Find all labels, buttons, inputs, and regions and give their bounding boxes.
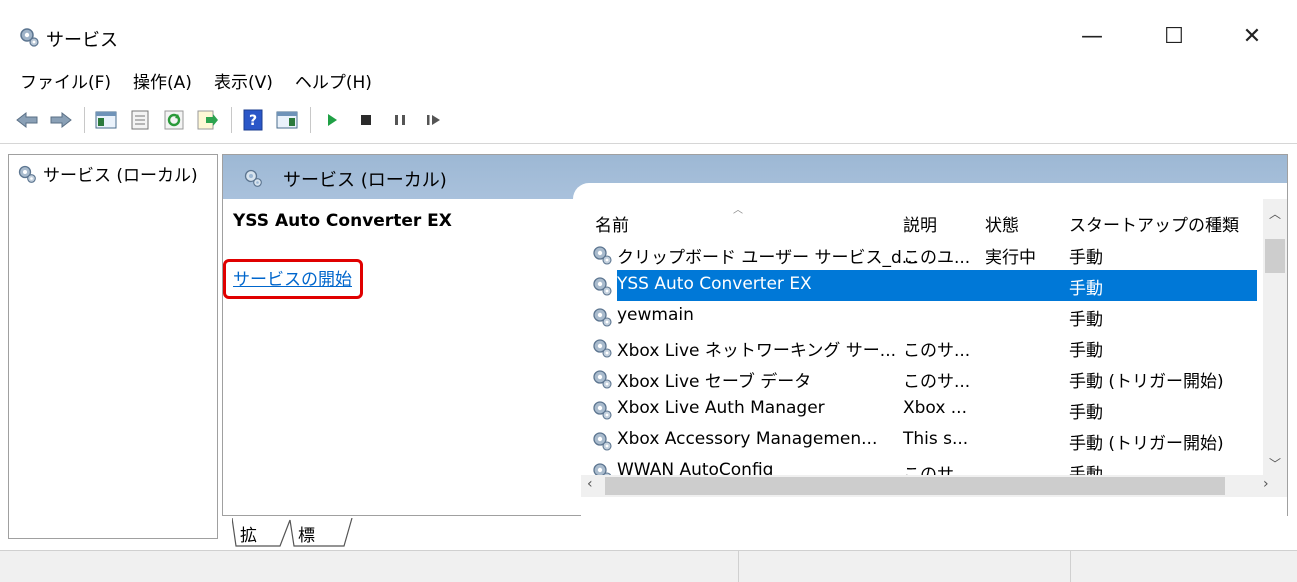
vertical-scrollbar[interactable]: ︿ ﹀: [1263, 199, 1287, 475]
main-pane: サービス (ローカル) YSS Auto Converter EX サービスの開…: [222, 154, 1288, 517]
service-desc-cell: このサ...: [903, 341, 971, 361]
close-button[interactable]: ✕: [1222, 18, 1282, 54]
service-name-cell: YSS Auto Converter EX: [617, 274, 812, 294]
toolbar: ?: [0, 96, 1297, 144]
toolbar-separator: [84, 106, 85, 133]
column-header-startup-type[interactable]: スタートアップの種類: [1069, 211, 1239, 236]
list-header: ︿ 名前 説明 状態 スタートアップの種類: [581, 199, 1263, 239]
pause-service-icon[interactable]: [387, 107, 413, 133]
service-gear-icon: [593, 308, 612, 327]
service-name-cell: yewmain: [617, 305, 694, 325]
menu-help[interactable]: ヘルプ(H): [287, 62, 380, 93]
menu-view[interactable]: 表示(V): [206, 62, 281, 93]
service-startup-cell: 手動 (トリガー開始): [1069, 434, 1224, 454]
service-gear-icon: [593, 401, 612, 420]
vertical-scroll-thumb[interactable]: [1265, 239, 1285, 273]
sort-indicator-icon: ︿: [733, 205, 743, 216]
service-desc-cell: このユ...: [903, 248, 971, 268]
status-divider: [1070, 551, 1071, 582]
console-tree: サービス (ローカル): [8, 154, 218, 539]
service-gear-icon: [593, 339, 612, 358]
stop-service-icon[interactable]: [353, 107, 379, 133]
service-desc-cell: Xbox ...: [903, 398, 967, 418]
toolbar-separator: [310, 106, 311, 133]
service-status-cell: 実行中: [985, 248, 1036, 268]
help-icon[interactable]: ?: [240, 107, 266, 133]
service-gear-icon: [593, 277, 612, 296]
service-desc-cell: This s...: [903, 429, 969, 449]
tab-standard[interactable]: 標準: [298, 518, 315, 571]
column-header-status[interactable]: 状態: [985, 211, 1019, 236]
svg-text:?: ?: [249, 113, 257, 129]
minimize-button[interactable]: —: [1062, 18, 1122, 54]
status-bar: [0, 550, 1297, 582]
show-hide-console-tree-icon[interactable]: [93, 107, 119, 133]
service-gear-icon: [593, 246, 612, 265]
service-startup-cell: 手動 (トリガー開始): [1069, 372, 1224, 392]
service-name-cell: Xbox Live Auth Manager: [617, 398, 825, 418]
scroll-down-icon[interactable]: ﹀: [1263, 455, 1287, 475]
service-row[interactable]: Xbox Live ネットワーキング サー... このサ... 手動: [581, 332, 1263, 363]
menu-action[interactable]: 操作(A): [125, 62, 200, 93]
horizontal-scroll-thumb[interactable]: [605, 477, 1225, 495]
header-divider-shape: [573, 183, 1287, 199]
main-header: サービス (ローカル): [223, 155, 1287, 199]
service-row[interactable]: YSS Auto Converter EX 手動: [581, 270, 1263, 301]
services-gear-icon: [244, 169, 262, 187]
forward-icon[interactable]: [48, 107, 74, 133]
start-service-link[interactable]: サービスの開始: [233, 265, 352, 290]
start-service-icon[interactable]: [319, 107, 345, 133]
service-name-cell: Xbox Live セーブ データ: [617, 372, 812, 392]
services-list: ︿ 名前 説明 状態 スタートアップの種類 クリップボード ユーザー サービス_…: [581, 199, 1287, 517]
scroll-up-icon[interactable]: ︿: [1263, 205, 1287, 225]
service-gear-icon: [593, 370, 612, 389]
window-title: サービス: [46, 30, 118, 51]
service-name-cell: クリップボード ユーザー サービス_d...: [617, 248, 918, 268]
services-gear-icon: [20, 28, 39, 47]
menu-file[interactable]: ファイル(F): [12, 62, 119, 93]
service-desc-cell: このサ...: [903, 372, 971, 392]
show-hide-action-pane-icon[interactable]: [274, 107, 300, 133]
export-list-icon[interactable]: [195, 107, 221, 133]
scroll-left-icon[interactable]: ‹: [587, 476, 593, 492]
service-startup-cell: 手動: [1069, 310, 1103, 330]
service-row[interactable]: Xbox Live セーブ データ このサ... 手動 (トリガー開始): [581, 363, 1263, 394]
horizontal-scrollbar[interactable]: ‹ ›: [581, 475, 1287, 497]
column-header-name[interactable]: 名前: [595, 211, 629, 236]
service-startup-cell: 手動: [1069, 341, 1103, 361]
properties-icon[interactable]: [127, 107, 153, 133]
service-name-cell: Xbox Accessory Managemen...: [617, 429, 878, 449]
selected-service-title: YSS Auto Converter EX: [233, 211, 452, 231]
main-header-title: サービス (ローカル): [283, 170, 447, 191]
services-gear-icon: [18, 165, 36, 183]
column-header-description[interactable]: 説明: [903, 211, 937, 236]
service-row[interactable]: クリップボード ユーザー サービス_d... このユ... 実行中 手動: [581, 239, 1263, 270]
maximize-button[interactable]: ☐: [1144, 18, 1204, 54]
tab-extended[interactable]: 拡張: [240, 518, 257, 571]
service-row[interactable]: Xbox Live Auth Manager Xbox ... 手動: [581, 394, 1263, 425]
resume-service-icon[interactable]: [421, 107, 447, 133]
service-row[interactable]: Xbox Accessory Managemen... This s... 手動 (…: [581, 425, 1263, 456]
title-bar: サービス — ☐ ✕: [0, 0, 1297, 60]
service-row[interactable]: yewmain 手動: [581, 301, 1263, 332]
status-divider: [738, 551, 739, 582]
menu-bar: ファイル(F) 操作(A) 表示(V) ヘルプ(H): [0, 62, 1297, 93]
service-startup-cell: 手動: [1069, 248, 1103, 268]
refresh-icon[interactable]: [161, 107, 187, 133]
toolbar-separator: [231, 106, 232, 133]
service-startup-cell: 手動: [1069, 403, 1103, 423]
scroll-right-icon[interactable]: ›: [1263, 476, 1269, 492]
tree-node-label: サービス (ローカル): [43, 166, 198, 186]
back-icon[interactable]: [14, 107, 40, 133]
service-startup-cell: 手動: [1069, 279, 1103, 299]
service-gear-icon: [593, 432, 612, 451]
service-name-cell: Xbox Live ネットワーキング サー...: [617, 341, 897, 361]
tree-node-services-local[interactable]: サービス (ローカル): [17, 161, 198, 186]
